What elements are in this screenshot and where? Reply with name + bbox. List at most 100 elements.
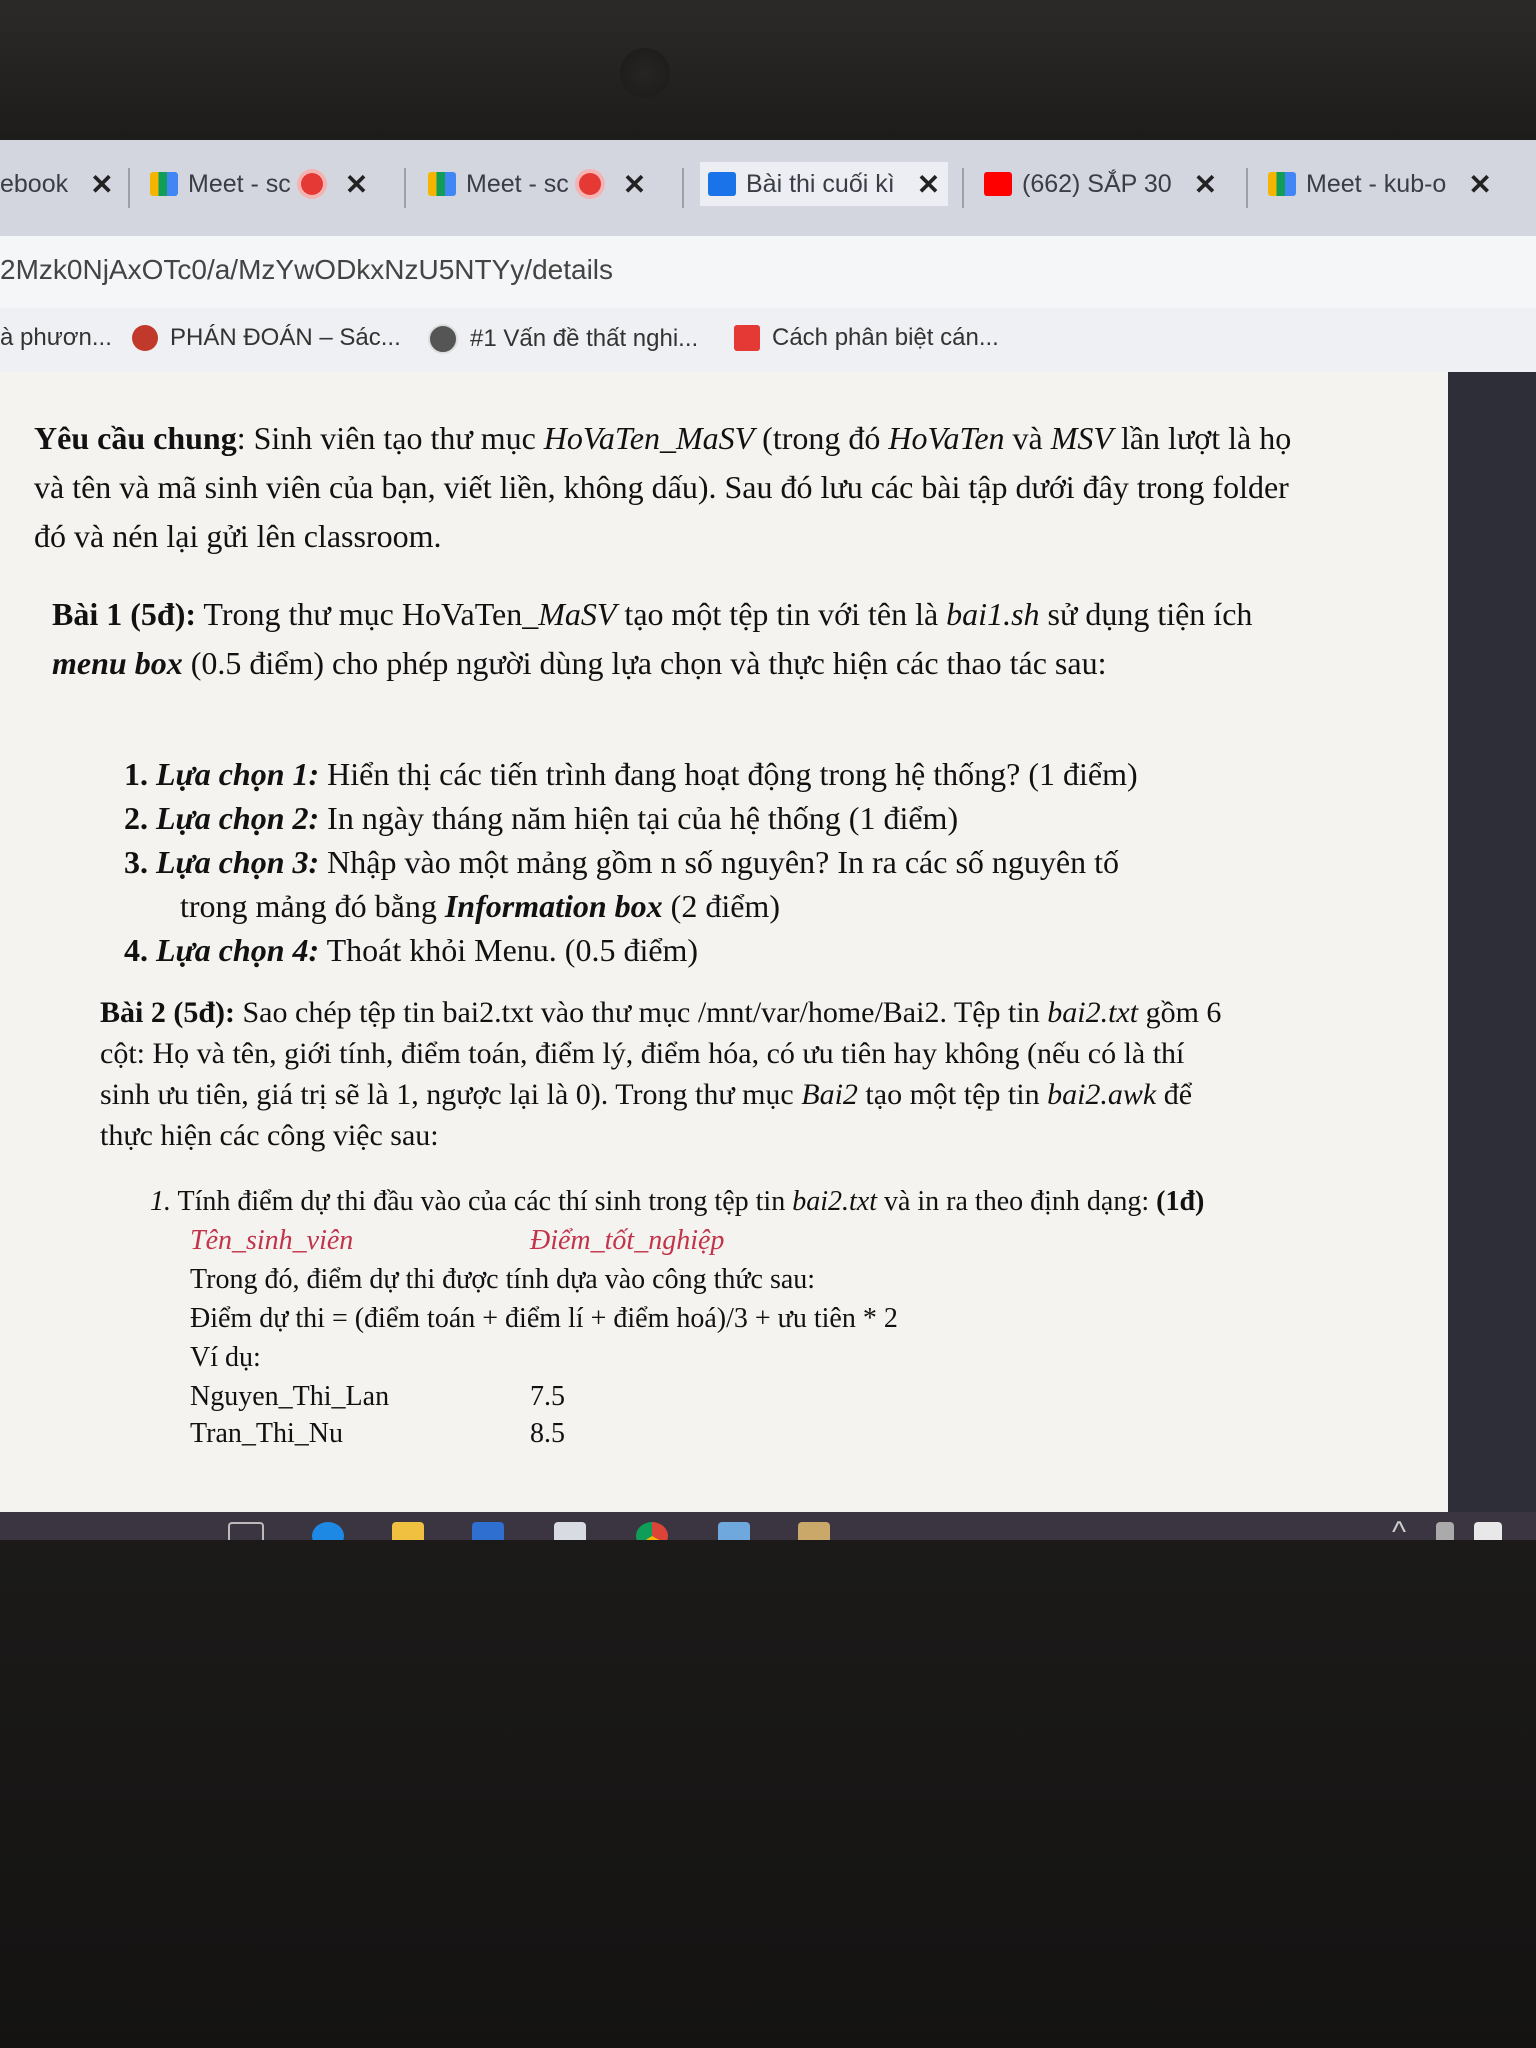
list-item-continuation: trong mảng đó bằng Information box (2 đi… bbox=[124, 884, 1284, 928]
bookmark-arrow-icon bbox=[734, 325, 760, 351]
item-label: Lựa chọn 1: bbox=[156, 756, 320, 792]
points: (1đ) bbox=[1156, 1186, 1205, 1217]
tab-ebook[interactable]: ebook ✕ bbox=[0, 162, 114, 206]
item-number: 1. bbox=[150, 1186, 171, 1217]
task-line: 1. Tính điểm dự thi đầu vào của các thí … bbox=[150, 1182, 1250, 1221]
close-icon[interactable]: ✕ bbox=[917, 168, 940, 201]
bookmark-item[interactable]: PHÁN ĐOÁN – Sác... bbox=[132, 324, 401, 352]
laptop-screen: ebook ✕ Meet - sc ✕ Meet - sc ✕ Bài thi … bbox=[0, 140, 1536, 1540]
tray-chevron-icon[interactable]: ^ bbox=[1392, 1516, 1406, 1540]
tab-label: Bài thi cuối kì bbox=[746, 169, 895, 198]
list-item: 1. Lựa chọn 1: Hiển thị các tiến trình đ… bbox=[124, 752, 1284, 796]
section-heading: Yêu cầu chung bbox=[34, 420, 237, 456]
task-view-icon[interactable] bbox=[228, 1522, 264, 1540]
format-column-name: Tên_sinh_viên bbox=[190, 1225, 354, 1256]
paint-icon[interactable] bbox=[798, 1522, 830, 1540]
example-score: 8.5 bbox=[530, 1418, 565, 1449]
vpn-icon[interactable] bbox=[1474, 1522, 1502, 1540]
recording-icon bbox=[578, 173, 601, 195]
file-name: bai2.awk bbox=[1047, 1078, 1157, 1111]
tab-label: (662) SẮP 30 bbox=[1022, 169, 1172, 198]
tab-separator bbox=[962, 168, 964, 208]
bookmark-label: à phươn... bbox=[0, 324, 112, 351]
file-name: bai2.txt bbox=[792, 1186, 877, 1217]
file-name: bai2.txt bbox=[1047, 996, 1139, 1029]
folder-name: Bai2 bbox=[801, 1078, 858, 1111]
close-icon[interactable]: ✕ bbox=[90, 168, 113, 201]
bookmark-red-icon bbox=[132, 325, 158, 351]
term: menu box bbox=[52, 645, 183, 681]
file-name: bai1.sh bbox=[946, 596, 1040, 632]
youtube-icon bbox=[984, 172, 1012, 196]
item-number: 1. bbox=[124, 756, 148, 792]
tab-separator bbox=[128, 168, 130, 208]
text: Trong thư mục HoVaTen_ bbox=[196, 596, 539, 632]
tab-meet-1[interactable]: Meet - sc ✕ bbox=[150, 162, 368, 206]
term: Information box bbox=[444, 888, 663, 924]
formula-note: Trong đó, điểm dự thi được tính dựa vào … bbox=[190, 1264, 816, 1295]
item-label: Lựa chọn 4: bbox=[156, 932, 320, 968]
bai1-intro: Bài 1 (5đ): Trong thư mục HoVaTen_MaSV t… bbox=[52, 590, 1272, 688]
recording-icon bbox=[300, 173, 323, 195]
bookmark-label: PHÁN ĐOÁN – Sác... bbox=[170, 324, 401, 351]
item-label: Lựa chọn 2: bbox=[156, 800, 320, 836]
item-text: trong mảng đó bằng bbox=[180, 888, 445, 924]
edge-icon[interactable] bbox=[312, 1522, 344, 1540]
formula: Điểm dự thi = (điểm toán + điểm lí + điể… bbox=[190, 1303, 898, 1334]
url-text[interactable]: 2Mzk0NjAxOTc0/a/MzYwODkxNzU5NTYy/details bbox=[0, 254, 613, 286]
tab-label: Meet - sc bbox=[188, 169, 291, 198]
bookmark-item[interactable]: Cách phân biệt cán... bbox=[734, 324, 999, 352]
task-text: và in ra theo định dạng: bbox=[876, 1186, 1157, 1217]
term: MSV bbox=[1050, 420, 1113, 456]
store-icon[interactable] bbox=[472, 1522, 504, 1540]
address-bar[interactable]: 2Mzk0NjAxOTc0/a/MzYwODkxNzU5NTYy/details bbox=[0, 236, 1536, 308]
tab-meet-2[interactable]: Meet - sc ✕ bbox=[428, 162, 646, 206]
item-text: Hiển thị các tiến trình đang hoạt động t… bbox=[319, 756, 1138, 792]
example-name: Nguyen_Thi_Lan bbox=[190, 1381, 390, 1412]
exercise-title: Bài 1 (5đ): bbox=[52, 596, 196, 632]
usb-icon[interactable] bbox=[1436, 1522, 1454, 1540]
file-explorer-icon[interactable] bbox=[392, 1522, 424, 1540]
meet-icon bbox=[428, 172, 456, 196]
tab-bai-thi[interactable]: Bài thi cuối kì ✕ bbox=[700, 162, 949, 206]
bookmark-globe-icon bbox=[428, 324, 458, 354]
bai2-intro: Bài 2 (5đ): Sao chép tệp tin bai2.txt và… bbox=[100, 992, 1240, 1156]
bookmark-item[interactable]: à phươn... bbox=[0, 324, 112, 352]
bai2-task-1: 1. Tính điểm dự thi đầu vào của các thí … bbox=[150, 1182, 1250, 1451]
example-row: Tran_Thi_Nu 8.5 bbox=[190, 1414, 1250, 1451]
text: sử dụng tiện ích bbox=[1039, 596, 1253, 632]
text: tạo một tệp tin bbox=[857, 1078, 1048, 1111]
bookmark-label: #1 Vấn đề thất nghi... bbox=[470, 325, 699, 352]
format-column-score: Điểm_tốt_nghiệp bbox=[530, 1225, 725, 1256]
general-requirements: Yêu cầu chung: Sinh viên tạo thư mục HoV… bbox=[34, 414, 1294, 561]
virtualbox-icon[interactable] bbox=[718, 1522, 750, 1540]
text: tạo một tệp tin với tên là bbox=[616, 596, 947, 632]
list-item: 2. Lựa chọn 2: In ngày tháng năm hiện tạ… bbox=[124, 796, 1284, 840]
example-score: 7.5 bbox=[530, 1381, 565, 1412]
example-label: Ví dụ: bbox=[190, 1342, 261, 1373]
item-text: (2 điểm) bbox=[662, 888, 780, 924]
example-name: Tran_Thi_Nu bbox=[190, 1418, 343, 1449]
bai1-options: 1. Lựa chọn 1: Hiển thị các tiến trình đ… bbox=[124, 752, 1284, 972]
tab-label: Meet - kub-o bbox=[1306, 169, 1447, 198]
item-text: Thoát khỏi Menu. (0.5 điểm) bbox=[319, 932, 699, 968]
task-text: Tính điểm dự thi đầu vào của các thí sin… bbox=[171, 1186, 793, 1217]
close-icon[interactable]: ✕ bbox=[1194, 168, 1217, 201]
close-icon[interactable]: ✕ bbox=[1468, 168, 1491, 201]
bookmark-item[interactable]: #1 Vấn đề thất nghi... bbox=[428, 324, 698, 354]
list-item: 3. Lựa chọn 3: Nhập vào một mảng gồm n s… bbox=[124, 840, 1284, 884]
close-icon[interactable]: ✕ bbox=[345, 168, 368, 201]
tab-separator bbox=[404, 168, 406, 208]
item-number: 2. bbox=[124, 800, 148, 836]
close-icon[interactable]: ✕ bbox=[623, 168, 646, 201]
text: (0.5 điểm) cho phép người dùng lựa chọn … bbox=[182, 645, 1107, 681]
bookmarks-bar: à phươn... PHÁN ĐOÁN – Sác... #1 Vấn đề … bbox=[0, 308, 1536, 373]
tab-youtube[interactable]: (662) SẮP 30 ✕ bbox=[984, 162, 1217, 206]
term: MaSV bbox=[538, 596, 617, 632]
browser-tab-strip: ebook ✕ Meet - sc ✕ Meet - sc ✕ Bài thi … bbox=[0, 140, 1536, 236]
tab-meet-3[interactable]: Meet - kub-o ✕ bbox=[1268, 162, 1492, 206]
chrome-icon[interactable] bbox=[636, 1522, 668, 1540]
text: : Sinh viên tạo thư mục bbox=[236, 420, 544, 456]
mail-icon[interactable] bbox=[554, 1522, 586, 1540]
document-page: Yêu cầu chung: Sinh viên tạo thư mục HoV… bbox=[0, 372, 1448, 1512]
